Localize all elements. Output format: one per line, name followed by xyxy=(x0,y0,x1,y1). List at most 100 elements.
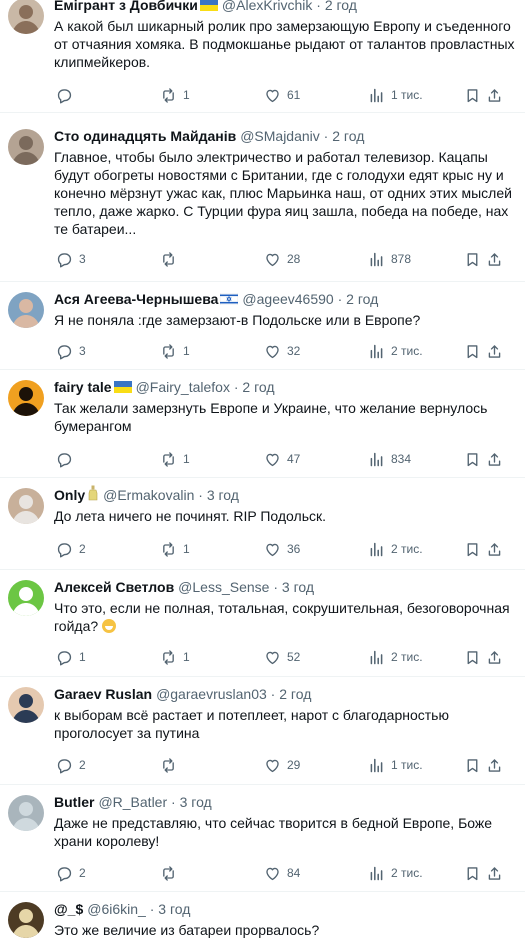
reply-button[interactable]: 2 xyxy=(56,755,86,775)
author-name[interactable]: fairy tale xyxy=(54,379,112,395)
reply-button[interactable]: 2 xyxy=(56,863,86,883)
author-handle[interactable]: @ageev46590 xyxy=(242,291,333,307)
views-button[interactable]: 1 тис. xyxy=(368,755,423,775)
retweet-button[interactable] xyxy=(160,755,183,775)
like-button[interactable]: 29 xyxy=(264,755,300,775)
bookmark-button[interactable] xyxy=(464,85,481,105)
bookmark-icon xyxy=(467,452,478,466)
bookmark-button[interactable] xyxy=(464,341,481,361)
tweet-reply[interactable]: Only @Ermakovalin · 3 год До лета ничего н… xyxy=(0,478,525,570)
views-button[interactable]: 2 тис. xyxy=(368,863,423,883)
like-button[interactable]: 52 xyxy=(264,647,300,667)
author-name[interactable]: Емігрант з Довбички xyxy=(54,0,198,13)
tweet-reply[interactable]: Ася Агеева-Чернышева @ageev46590 · 2 год Я… xyxy=(0,282,525,370)
like-button[interactable]: 61 xyxy=(264,85,300,105)
views-button[interactable]: 2 тис. xyxy=(368,341,423,361)
avatar[interactable] xyxy=(8,0,44,34)
reply-button[interactable]: 3 xyxy=(56,249,86,269)
author-handle[interactable]: @AlexKrivchik xyxy=(222,0,312,13)
share-button[interactable] xyxy=(486,341,503,361)
author-handle[interactable]: @SMajdaniv xyxy=(240,128,320,144)
share-button[interactable] xyxy=(486,539,503,559)
retweet-button[interactable]: 1 xyxy=(160,85,190,105)
timestamp[interactable]: 2 год xyxy=(325,0,357,13)
share-button[interactable] xyxy=(486,647,503,667)
avatar[interactable] xyxy=(8,488,44,524)
share-icon xyxy=(488,866,501,880)
author-name[interactable]: Garaev Ruslan xyxy=(54,686,152,702)
tweet-reply[interactable]: Алексей Светлов @Less_Sense · 3 год Что эт… xyxy=(0,570,525,677)
author-name[interactable]: @_$ xyxy=(54,901,83,917)
tweet-reply[interactable]: @_$ @6i6kin_ · 3 год Это же величие из бат… xyxy=(0,892,525,951)
reply-button[interactable] xyxy=(56,85,79,105)
retweet-button[interactable]: 1 xyxy=(160,341,190,361)
tweet-reply[interactable]: Емігрант з Довбички @AlexKrivchik · 2 год… xyxy=(0,0,525,113)
author-name[interactable]: Алексей Светлов xyxy=(54,579,174,595)
like-button[interactable]: 28 xyxy=(264,249,300,269)
views-button[interactable]: 2 тис. xyxy=(368,539,423,559)
bookmark-button[interactable] xyxy=(464,539,481,559)
share-button[interactable] xyxy=(486,85,503,105)
bookmark-button[interactable] xyxy=(464,249,481,269)
avatar[interactable] xyxy=(8,902,44,938)
author-name[interactable]: Ася Агеева-Чернышева xyxy=(54,291,218,307)
like-button[interactable]: 47 xyxy=(264,449,300,469)
reply-button[interactable]: 1 xyxy=(56,647,86,667)
timestamp[interactable]: 2 год xyxy=(332,128,364,144)
reply-button[interactable]: 3 xyxy=(56,341,86,361)
retweet-button[interactable]: 1 xyxy=(160,449,190,469)
avatar[interactable] xyxy=(8,380,44,416)
author-handle[interactable]: @R_Batler xyxy=(98,794,167,810)
flag-icon xyxy=(199,0,218,16)
like-button[interactable]: 84 xyxy=(264,863,300,883)
tweet-reply[interactable]: Butler @R_Batler · 3 год Даже не представл… xyxy=(0,785,525,892)
views-button[interactable]: 1 тис. xyxy=(368,85,423,105)
tweet-reply[interactable]: Garaev Ruslan @garaevruslan03 · 2 год к вы… xyxy=(0,677,525,785)
tweet-reply[interactable]: fairy tale @Fairy_talefox · 2 год Так жела… xyxy=(0,370,525,478)
bookmark-button[interactable] xyxy=(464,449,481,469)
share-button[interactable] xyxy=(486,249,503,269)
author-handle[interactable]: @Less_Sense xyxy=(178,579,269,595)
author-handle[interactable]: @Ermakovalin xyxy=(103,487,194,503)
separator-dot: · xyxy=(167,794,180,810)
timestamp[interactable]: 2 год xyxy=(346,291,378,307)
avatar[interactable] xyxy=(8,580,44,616)
avatar[interactable] xyxy=(8,292,44,328)
bookmark-button[interactable] xyxy=(464,647,481,667)
reply-button[interactable] xyxy=(56,449,79,469)
timestamp[interactable]: 3 год xyxy=(207,487,239,503)
timestamp[interactable]: 2 год xyxy=(242,379,274,395)
avatar[interactable] xyxy=(8,795,44,831)
tweet-text-body: Я не поняла :где замерзают-в Подольске и… xyxy=(54,312,421,328)
share-button[interactable] xyxy=(486,755,503,775)
timestamp[interactable]: 2 год xyxy=(279,686,311,702)
author-handle[interactable]: @garaevruslan03 xyxy=(156,686,267,702)
bookmark-button[interactable] xyxy=(464,863,481,883)
timestamp[interactable]: 3 год xyxy=(282,579,314,595)
views-button[interactable]: 878 xyxy=(368,249,411,269)
like-button[interactable]: 32 xyxy=(264,341,300,361)
retweet-button[interactable]: 1 xyxy=(160,647,190,667)
timestamp[interactable]: 3 год xyxy=(180,794,212,810)
retweet-button[interactable]: 1 xyxy=(160,539,190,559)
bookmark-icon xyxy=(467,866,478,880)
author-handle[interactable]: @6i6kin_ xyxy=(87,901,146,917)
reply-button[interactable]: 2 xyxy=(56,539,86,559)
author-handle[interactable]: @Fairy_talefox xyxy=(136,379,230,395)
bookmark-button[interactable] xyxy=(464,755,481,775)
author-name[interactable]: Butler xyxy=(54,794,94,810)
share-button[interactable] xyxy=(486,863,503,883)
author-name[interactable]: Only xyxy=(54,487,85,503)
timestamp[interactable]: 3 год xyxy=(158,901,190,917)
views-button[interactable]: 834 xyxy=(368,449,411,469)
like-icon xyxy=(266,89,279,102)
avatar[interactable] xyxy=(8,687,44,723)
tweet-reply[interactable]: Сто одинадцять Майданів @SMajdaniv · 2 го… xyxy=(0,119,525,282)
retweet-button[interactable] xyxy=(160,863,183,883)
like-button[interactable]: 36 xyxy=(264,539,300,559)
author-name[interactable]: Сто одинадцять Майданів xyxy=(54,128,236,144)
avatar[interactable] xyxy=(8,129,44,165)
retweet-button[interactable] xyxy=(160,249,183,269)
views-button[interactable]: 2 тис. xyxy=(368,647,423,667)
share-button[interactable] xyxy=(486,449,503,469)
